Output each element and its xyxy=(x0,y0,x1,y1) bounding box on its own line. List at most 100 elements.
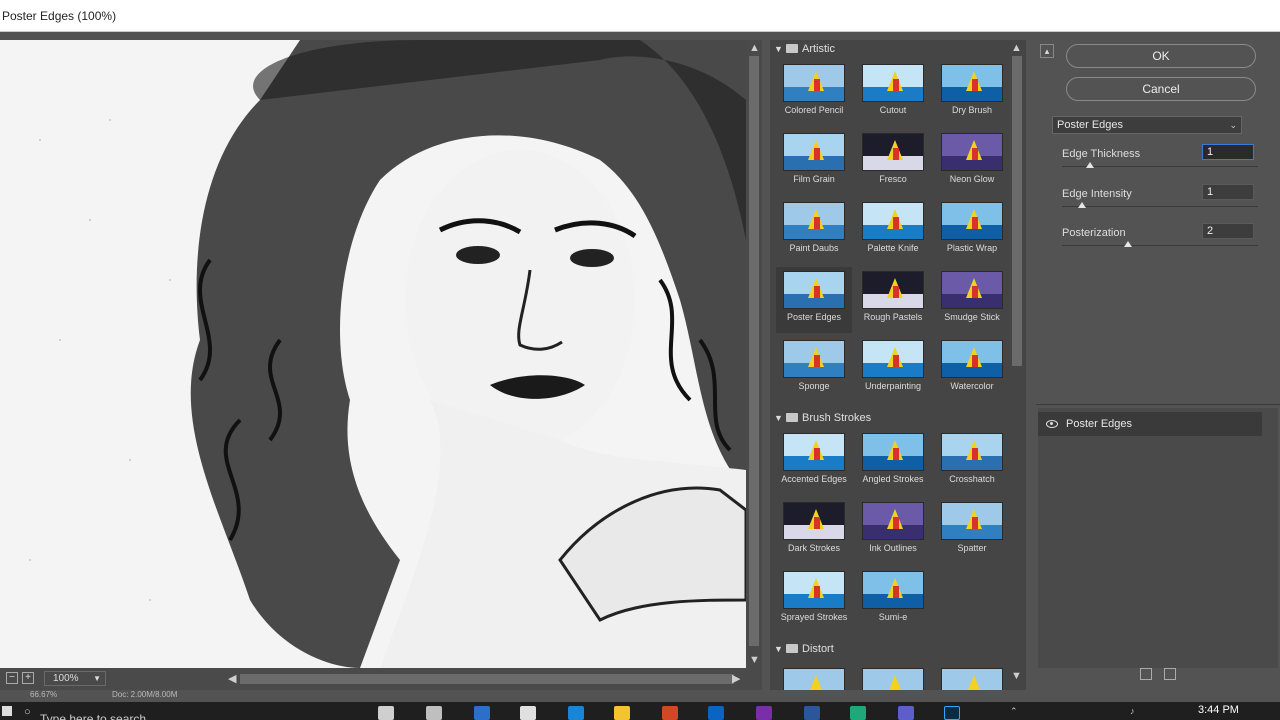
filter-thumb-cutout[interactable]: Cutout xyxy=(855,60,931,126)
filter-thumb-accented-edges[interactable]: Accented Edges xyxy=(776,429,852,495)
filter-label: Angled Strokes xyxy=(862,474,924,484)
powerpoint-icon[interactable] xyxy=(662,706,678,720)
category-brush-strokes[interactable]: ▼ Brush Strokes xyxy=(770,409,871,427)
filter-thumb[interactable] xyxy=(855,664,931,690)
filter-thumb-dark-strokes[interactable]: Dark Strokes xyxy=(776,498,852,564)
filter-thumb[interactable] xyxy=(934,664,1010,690)
eye-icon[interactable] xyxy=(1046,420,1058,428)
filter-thumb-ink-outlines[interactable]: Ink Outlines xyxy=(855,498,931,564)
filter-thumb-poster-edges[interactable]: Poster Edges xyxy=(776,267,852,333)
scroll-down-icon[interactable]: ▼ xyxy=(1011,670,1022,682)
filter-label: Colored Pencil xyxy=(784,105,844,115)
effect-layer-row[interactable]: Poster Edges xyxy=(1038,412,1262,436)
task-view-icon[interactable] xyxy=(378,706,394,720)
minus-square-icon[interactable]: − xyxy=(6,672,18,684)
folder-icon xyxy=(786,44,798,53)
slider-handle[interactable] xyxy=(1086,162,1094,168)
scrollbar-thumb[interactable] xyxy=(749,56,759,646)
filter-preview-thumbnail xyxy=(783,668,845,690)
preview-canvas[interactable] xyxy=(0,40,746,668)
outlook-icon[interactable] xyxy=(708,706,724,720)
filter-thumb-film-grain[interactable]: Film Grain xyxy=(776,129,852,195)
windows-start-icon[interactable] xyxy=(2,706,12,716)
filter-thumb-angled-strokes[interactable]: Angled Strokes xyxy=(855,429,931,495)
file-explorer-icon[interactable] xyxy=(614,706,630,720)
filter-gallery: ▼ Artistic Colored Pencil Cutout Dry Brush Fi… xyxy=(770,40,1026,690)
collapse-icon[interactable]: ▴ xyxy=(1040,44,1054,58)
filter-thumb-colored-pencil[interactable]: Colored Pencil xyxy=(776,60,852,126)
param-posterization: Posterization 2 xyxy=(1062,223,1258,267)
filter-thumb-spatter[interactable]: Spatter xyxy=(934,498,1010,564)
filter-thumb-rough-pastels[interactable]: Rough Pastels xyxy=(855,267,931,333)
taskbar-search-input[interactable]: Type here to search xyxy=(40,706,360,720)
word-icon[interactable] xyxy=(804,706,820,720)
preview-horizontal-scrollbar[interactable]: ◀ ▶ xyxy=(226,672,746,686)
slider-track[interactable] xyxy=(1062,245,1258,246)
filter-thumb-neon-glow[interactable]: Neon Glow xyxy=(934,129,1010,195)
filter-label: Sponge xyxy=(798,381,830,391)
slider-track[interactable] xyxy=(1062,206,1258,207)
onenote-icon[interactable] xyxy=(756,706,772,720)
teams-icon[interactable] xyxy=(898,706,914,720)
cancel-button[interactable]: Cancel xyxy=(1066,77,1256,101)
system-tray-chevron-icon[interactable]: ⌃ xyxy=(1010,706,1018,717)
disclosure-triangle-icon[interactable]: ▼ xyxy=(774,409,786,427)
filter-thumb-dry-brush[interactable]: Dry Brush xyxy=(934,60,1010,126)
filter-select[interactable]: Poster Edges ⌄ xyxy=(1052,116,1242,134)
category-artistic[interactable]: ▼ Artistic xyxy=(770,40,835,58)
filter-label: Underpainting xyxy=(864,381,922,391)
filter-thumb-plastic-wrap[interactable]: Plastic Wrap xyxy=(934,198,1010,264)
filter-thumb-smudge-stick[interactable]: Smudge Stick xyxy=(934,267,1010,333)
category-distort[interactable]: ▼ Distort xyxy=(770,640,834,658)
filter-thumb-sponge[interactable]: Sponge xyxy=(776,336,852,402)
scrollbar-thumb[interactable] xyxy=(240,674,734,684)
filter-thumb-fresco[interactable]: Fresco xyxy=(855,129,931,195)
slider-handle[interactable] xyxy=(1124,241,1132,247)
mail-icon[interactable] xyxy=(568,706,584,720)
filter-thumb-crosshatch[interactable]: Crosshatch xyxy=(934,429,1010,495)
new-layer-icon[interactable] xyxy=(1140,668,1152,680)
filter-label: Cutout xyxy=(879,105,907,115)
settings-gear-icon[interactable] xyxy=(426,706,442,720)
filter-thumb-sprayed-strokes[interactable]: Sprayed Strokes xyxy=(776,567,852,633)
scrollbar-thumb[interactable] xyxy=(1012,56,1022,366)
status-doc: Doc: 2.00M/8.00M xyxy=(112,690,178,699)
filter-thumb-paint-daubs[interactable]: Paint Daubs xyxy=(776,198,852,264)
slider-handle[interactable] xyxy=(1078,202,1086,208)
filter-thumb-underpainting[interactable]: Underpainting xyxy=(855,336,931,402)
search-icon[interactable]: ○ xyxy=(24,706,31,718)
calculator-icon[interactable] xyxy=(474,706,490,720)
filter-preview-thumbnail xyxy=(862,64,924,102)
edge-intensity-input[interactable]: 1 xyxy=(1202,184,1254,200)
taskbar-clock[interactable]: 3:44 PM xyxy=(1198,704,1239,716)
scroll-down-icon[interactable]: ▼ xyxy=(749,654,760,666)
preview-vertical-scrollbar[interactable]: ▲ ▼ xyxy=(746,40,762,668)
filter-preview-thumbnail xyxy=(941,64,1003,102)
plus-square-icon[interactable]: + xyxy=(22,672,34,684)
filter-thumb-sumi-e[interactable]: Sumi-e xyxy=(855,567,931,633)
disclosure-triangle-icon[interactable]: ▼ xyxy=(774,40,786,58)
filter-gallery-dialog: ▲ ▼ − + 100% ▼ ◀ ▶ ▼ Artistic Colored Penci… xyxy=(0,32,1280,690)
scroll-left-icon[interactable]: ◀ xyxy=(228,672,236,685)
gallery-scrollbar[interactable]: ▲ ▼ xyxy=(1010,40,1024,690)
edge-thickness-input[interactable]: 1 xyxy=(1202,144,1254,160)
filter-thumb-palette-knife[interactable]: Palette Knife xyxy=(855,198,931,264)
scroll-right-icon[interactable]: ▶ xyxy=(732,672,740,685)
disclosure-triangle-icon[interactable]: ▼ xyxy=(774,640,786,658)
filter-preview-thumbnail xyxy=(941,340,1003,378)
store-icon[interactable] xyxy=(520,706,536,720)
ok-button[interactable]: OK xyxy=(1066,44,1256,68)
scroll-up-icon[interactable]: ▲ xyxy=(1011,42,1022,54)
photoshop-icon[interactable] xyxy=(944,706,960,720)
trash-icon[interactable] xyxy=(1164,668,1176,680)
edge-browser-icon[interactable] xyxy=(850,706,866,720)
filter-thumb[interactable] xyxy=(776,664,852,690)
filter-preview-thumbnail xyxy=(783,340,845,378)
posterization-input[interactable]: 2 xyxy=(1202,223,1254,239)
filter-thumb-watercolor[interactable]: Watercolor xyxy=(934,336,1010,402)
zoom-select[interactable]: 100% ▼ xyxy=(44,671,106,686)
param-edge-thickness: Edge Thickness 1 xyxy=(1062,144,1258,188)
status-bar: 66.67% Doc: 2.00M/8.00M xyxy=(0,690,1280,702)
volume-icon[interactable]: ♪ xyxy=(1130,706,1135,716)
scroll-up-icon[interactable]: ▲ xyxy=(749,42,760,54)
